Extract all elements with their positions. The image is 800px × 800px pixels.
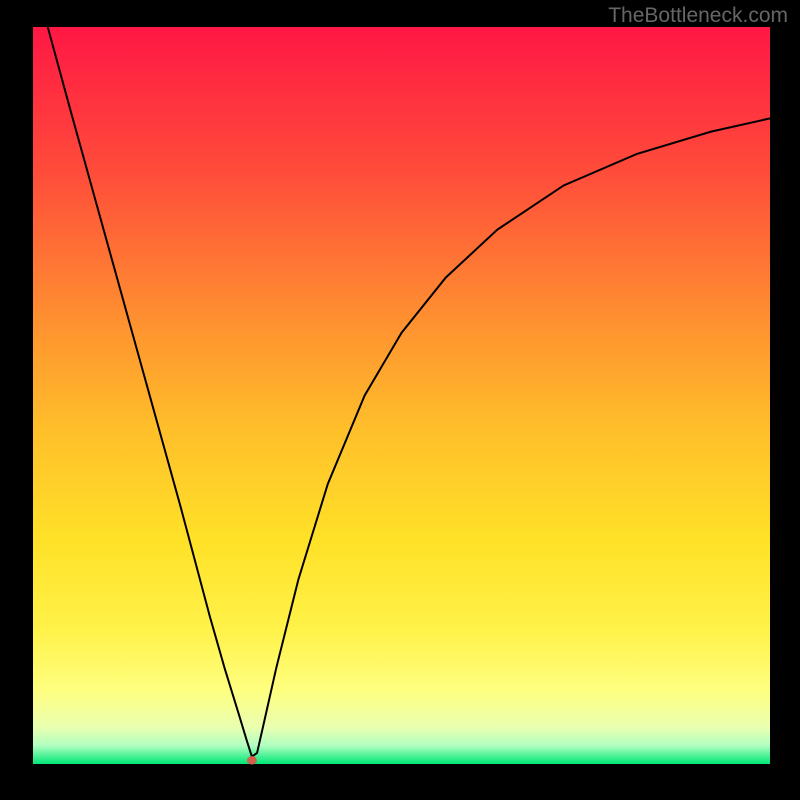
minimum-marker xyxy=(247,756,257,764)
watermark-text: TheBottleneck.com xyxy=(608,4,788,28)
chart-svg xyxy=(0,0,800,800)
plot-background xyxy=(33,27,770,764)
chart-wrap: TheBottleneck.com xyxy=(0,0,800,800)
